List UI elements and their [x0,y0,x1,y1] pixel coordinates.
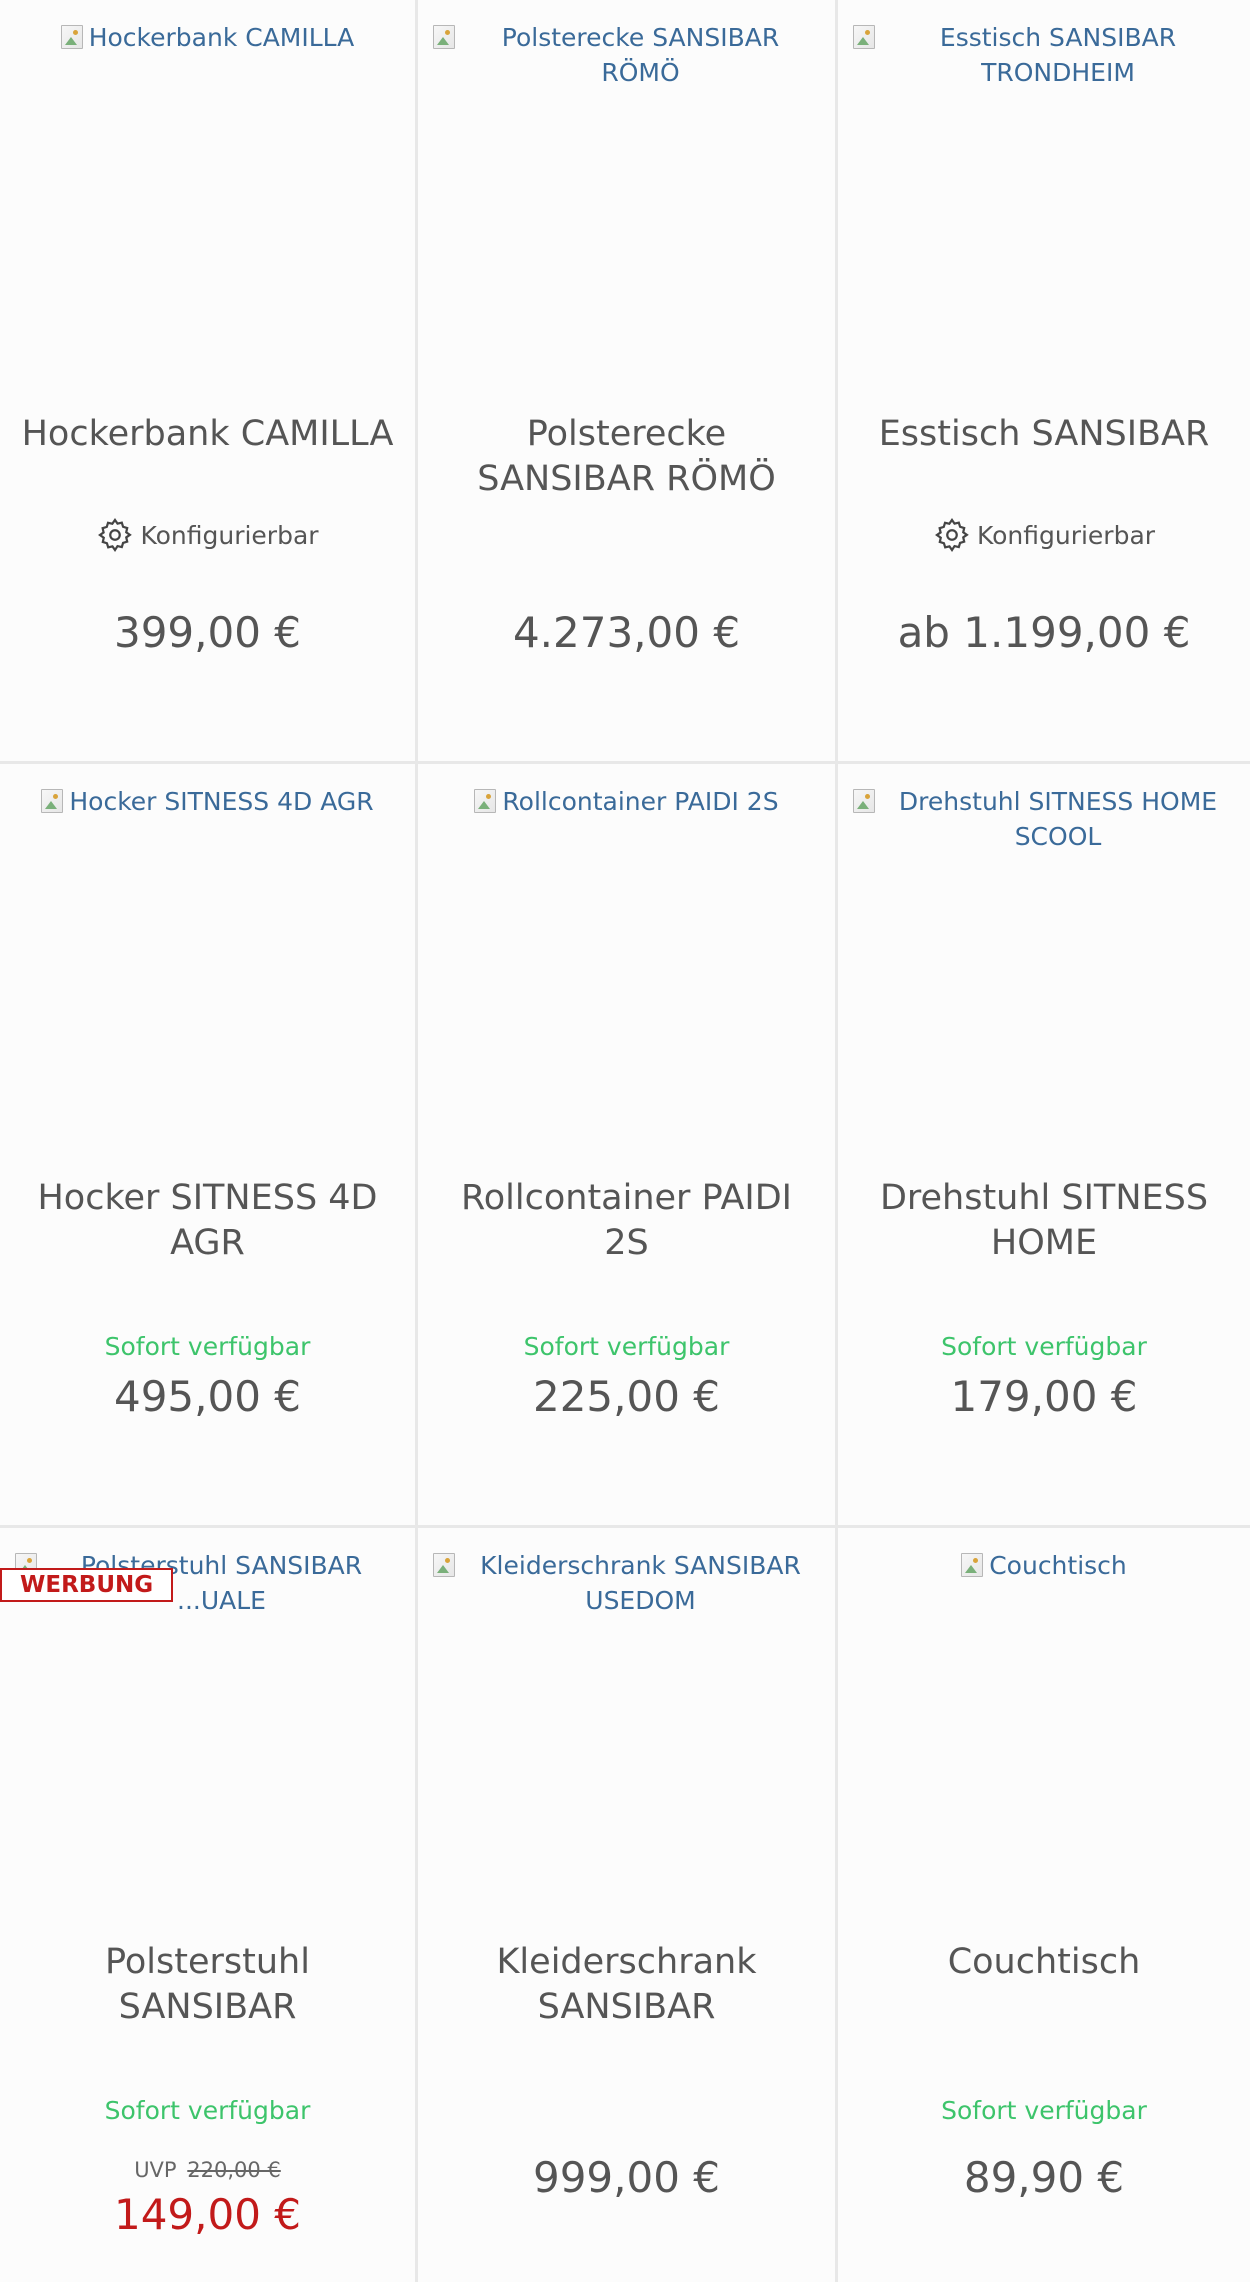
product-image-alt: Hocker SITNESS 4D AGR [69,787,374,816]
product-name[interactable]: Drehstuhl SITNESS HOME [858,1176,1230,1266]
broken-image-icon [433,25,455,49]
availability-label: Sofort verfügbar [941,1332,1147,1361]
uvp-price: UVP 220,00 € [0,2158,415,2182]
product-image[interactable]: Polsterecke SANSIBAR RÖMÖ [433,20,820,90]
product-card[interactable]: Hockerbank CAMILLA Hockerbank CAMILLA Ko… [0,0,418,764]
sale-price: 149,00 € [113,2190,302,2239]
product-price: 89,90 € [963,2153,1125,2202]
product-image[interactable]: Esstisch SANSIBAR TRONDHEIM [853,20,1235,90]
product-name[interactable]: Polsterecke SANSIBAR RÖMÖ [438,412,815,502]
product-card[interactable]: Esstisch SANSIBAR TRONDHEIM Esstisch SAN… [838,0,1250,764]
product-image-alt: Kleiderschrank SANSIBAR USEDOM [480,1551,801,1615]
product-image-alt: Couchtisch [989,1551,1127,1580]
gear-icon [98,518,133,553]
product-image[interactable]: Hockerbank CAMILLA [15,20,400,55]
broken-image-icon [433,1553,455,1577]
product-card[interactable]: Rollcontainer PAIDI 2S Rollcontainer PAI… [418,764,838,1528]
availability-label: Sofort verfügbar [941,2096,1147,2125]
product-name[interactable]: Polsterstuhl SANSIBAR [20,1940,395,2030]
uvp-label: UVP [134,2158,177,2182]
configurable-label: Konfigurierbar [0,516,415,554]
product-price: 495,00 € [113,1372,302,1421]
product-image[interactable]: Couchtisch [853,1548,1235,1583]
product-card[interactable]: Drehstuhl SITNESS HOME SCOOL Drehstuhl S… [838,764,1250,1528]
product-image-alt: Drehstuhl SITNESS HOME SCOOL [898,787,1218,851]
broken-image-icon [474,789,497,813]
product-card[interactable]: Hocker SITNESS 4D AGR Hocker SITNESS 4D … [0,764,418,1528]
broken-image-icon [41,789,64,813]
product-image[interactable]: Drehstuhl SITNESS HOME SCOOL [853,784,1235,854]
product-card[interactable]: Couchtisch Couchtisch Sofort verfügbar 8… [838,1528,1250,2282]
product-price: 399,00 € [113,608,302,657]
product-image[interactable]: Hocker SITNESS 4D AGR [15,784,400,819]
product-image-alt: Esstisch SANSIBAR TRONDHEIM [939,23,1177,87]
uvp-old-price: 220,00 € [187,2158,281,2182]
broken-image-icon [961,1553,984,1577]
product-card[interactable]: Polsterstuhl SANSIBAR ...UALE WERBUNG Po… [0,1528,418,2282]
product-name[interactable]: Esstisch SANSIBAR [858,412,1230,502]
product-image-alt: Hockerbank CAMILLA [88,23,355,52]
product-price: 179,00 € [950,1372,1138,1421]
broken-image-icon [853,789,875,813]
product-name[interactable]: Couchtisch [858,1940,1230,2030]
product-name[interactable]: Hocker SITNESS 4D AGR [20,1176,395,1266]
product-image[interactable]: Kleiderschrank SANSIBAR USEDOM [433,1548,820,1618]
availability-label: Sofort verfügbar [523,1332,730,1361]
configurable-text: Konfigurierbar [976,520,1156,550]
product-image-alt: Polsterecke SANSIBAR RÖMÖ [501,23,780,87]
product-name[interactable]: Hockerbank CAMILLA [20,412,395,502]
product-card[interactable]: Polsterecke SANSIBAR RÖMÖ Polsterecke SA… [418,0,838,764]
product-grid: Hockerbank CAMILLA Hockerbank CAMILLA Ko… [0,0,1250,2282]
product-name[interactable]: Kleiderschrank SANSIBAR [438,1940,815,2030]
availability-label: Sofort verfügbar [104,1332,311,1361]
product-name[interactable]: Rollcontainer PAIDI 2S [438,1176,815,1266]
product-price: 4.273,00 € [512,608,741,657]
product-image[interactable]: Rollcontainer PAIDI 2S [433,784,820,819]
product-price: 225,00 € [532,1372,721,1421]
availability-label: Sofort verfügbar [104,2096,311,2125]
broken-image-icon [853,25,875,49]
configurable-label: Konfigurierbar [838,516,1250,554]
product-price: 999,00 € [532,2153,721,2202]
configurable-text: Konfigurierbar [140,520,319,550]
ad-badge: WERBUNG [0,1568,174,1602]
product-card[interactable]: Kleiderschrank SANSIBAR USEDOM Kleidersc… [418,1528,838,2282]
broken-image-icon [60,25,83,49]
product-price: ab 1.199,00 € [897,608,1191,657]
product-image-alt: Rollcontainer PAIDI 2S [502,787,779,816]
gear-icon [934,518,969,553]
